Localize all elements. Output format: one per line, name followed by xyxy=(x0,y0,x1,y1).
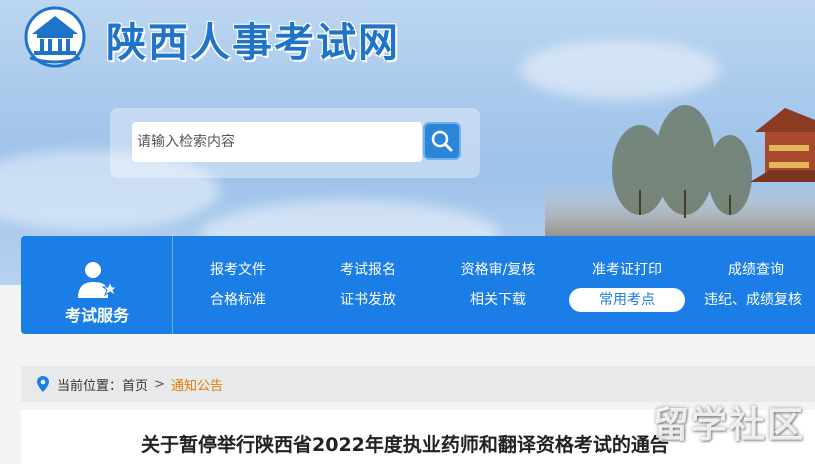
breadcrumb-current-link[interactable]: 通知公告 xyxy=(171,375,223,394)
nav-item-qualification-review[interactable]: 资格审/复核 xyxy=(433,258,563,282)
breadcrumb-separator: > xyxy=(154,376,165,392)
nav-item-exam-sites[interactable]: 常用考点 xyxy=(569,288,685,312)
watermark-text: 留学社区 xyxy=(652,405,805,446)
article-title: 关于暂停举行陕西省2022年度执业药师和翻译资格考试的通告 xyxy=(141,434,669,456)
nav-item-score-query[interactable]: 成绩查询 xyxy=(691,258,815,282)
nav-item-certificate-issue[interactable]: 证书发放 xyxy=(303,288,433,312)
search-input[interactable] xyxy=(132,122,422,162)
search-button[interactable] xyxy=(423,122,461,160)
breadcrumb-prefix: 当前位置： xyxy=(57,378,123,394)
nav-item-downloads[interactable]: 相关下载 xyxy=(433,288,563,312)
exam-service-panel: 考试服务 xyxy=(21,236,173,334)
exam-service-nav: 考试服务 报考文件 考试报名 资格审/复核 准考证打印 成绩查询 合格标准 证书… xyxy=(21,236,815,334)
shaanxi-pavilion-logo-icon xyxy=(24,6,86,68)
search-box xyxy=(110,108,480,178)
nav-item-admission-ticket[interactable]: 准考证打印 xyxy=(562,258,692,282)
nav-item-pass-standard[interactable]: 合格标准 xyxy=(173,288,303,312)
nav-item-exam-registration[interactable]: 考试报名 xyxy=(303,258,433,282)
search-icon xyxy=(431,130,453,152)
nav-item-violation-review[interactable]: 违纪、成绩复核 xyxy=(691,288,815,312)
nav-item-application-docs[interactable]: 报考文件 xyxy=(173,258,303,282)
exam-service-label: 考试服务 xyxy=(64,306,129,325)
scenery-illustration xyxy=(545,105,815,240)
breadcrumb-home-link[interactable]: 首页 xyxy=(122,375,148,394)
user-star-icon xyxy=(78,262,118,298)
location-pin-icon xyxy=(37,376,49,392)
site-title: 陕西人事考试网 xyxy=(106,20,400,66)
